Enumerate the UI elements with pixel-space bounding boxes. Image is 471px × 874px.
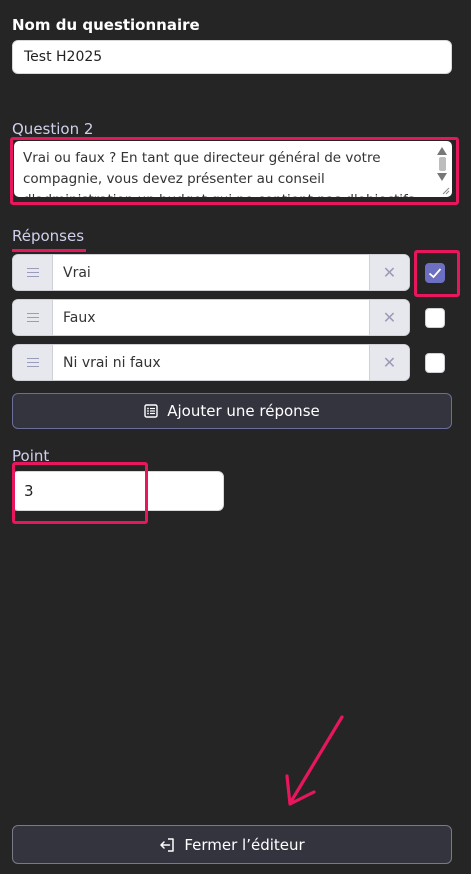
drag-handle-icon[interactable]	[13, 345, 53, 380]
answer-row: Faux ✕	[12, 299, 410, 336]
answer-row: Ni vrai ni faux ✕	[12, 344, 410, 381]
answer-correct-checkbox[interactable]	[425, 353, 445, 373]
arrow-annotation	[285, 715, 344, 806]
scrollbar-thumb[interactable]	[438, 157, 446, 171]
add-answer-button[interactable]: Ajouter une réponse	[12, 393, 452, 429]
remove-answer-icon[interactable]: ✕	[369, 255, 409, 290]
close-editor-label: Fermer l’éditeur	[184, 835, 305, 854]
questionnaire-name-label: Nom du questionnaire	[12, 16, 200, 34]
scroll-up-icon[interactable]	[437, 147, 447, 155]
questionnaire-name-input[interactable]: Test H2025	[12, 40, 452, 74]
add-answer-label: Ajouter une réponse	[167, 402, 320, 420]
resize-handle-icon[interactable]	[441, 186, 450, 195]
question-textarea[interactable]: Vrai ou faux ? En tant que directeur gén…	[14, 141, 452, 197]
answer-correct-checkbox[interactable]	[425, 308, 445, 328]
remove-answer-icon[interactable]: ✕	[369, 300, 409, 335]
remove-answer-icon[interactable]: ✕	[369, 345, 409, 380]
answers-label: Réponses	[12, 227, 85, 245]
list-add-icon	[144, 404, 158, 418]
answer-row: Vrai ✕	[12, 254, 410, 291]
scroll-down-icon[interactable]	[437, 173, 447, 181]
point-label: Point	[12, 447, 50, 465]
answer-input[interactable]: Faux	[53, 300, 369, 335]
question-label: Question 2	[12, 120, 94, 138]
exit-icon	[160, 837, 175, 852]
questionnaire-name-value: Test H2025	[24, 49, 103, 65]
answer-input[interactable]: Vrai	[53, 255, 369, 290]
point-input[interactable]: 3	[12, 471, 224, 511]
question-text: Vrai ou faux ? En tant que directeur gén…	[23, 150, 415, 197]
point-value: 3	[24, 482, 34, 500]
checkmark-icon	[428, 268, 442, 279]
answer-input[interactable]: Ni vrai ni faux	[53, 345, 369, 380]
close-editor-button[interactable]: Fermer l’éditeur	[12, 825, 452, 864]
answers-label-underline	[12, 249, 86, 252]
drag-handle-icon[interactable]	[13, 255, 53, 290]
answer-correct-checkbox[interactable]	[425, 263, 445, 283]
drag-handle-icon[interactable]	[13, 300, 53, 335]
